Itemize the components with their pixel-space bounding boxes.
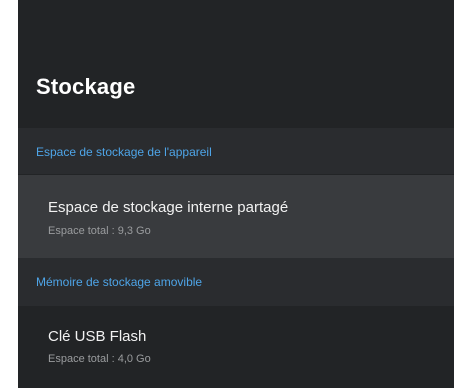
item-title: Clé USB Flash bbox=[48, 328, 147, 345]
list-item-internal-storage[interactable]: Espace de stockage interne partagé Espac… bbox=[18, 175, 454, 258]
section-header-label: Espace de stockage de l'appareil bbox=[36, 145, 212, 159]
item-subtitle: Espace total : 4,0 Go bbox=[48, 353, 151, 365]
item-title: Espace de stockage interne partagé bbox=[48, 199, 289, 216]
section-header-removable-storage: Mémoire de stockage amovible bbox=[18, 258, 454, 306]
settings-screen: Stockage Espace de stockage de l'apparei… bbox=[18, 0, 454, 388]
section-header-device-storage: Espace de stockage de l'appareil bbox=[18, 128, 454, 174]
section-header-label: Mémoire de stockage amovible bbox=[36, 275, 203, 289]
page-title: Stockage bbox=[36, 74, 136, 99]
list-item-usb-flash[interactable]: Clé USB Flash Espace total : 4,0 Go bbox=[18, 306, 454, 388]
item-subtitle: Espace total : 9,3 Go bbox=[48, 225, 151, 237]
